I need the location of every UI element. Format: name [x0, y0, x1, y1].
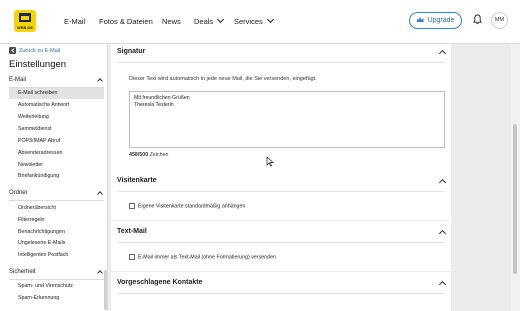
- sidebar-item-automatische-antwort[interactable]: Automatische Antwort: [9, 100, 104, 111]
- signature-card: Signatur Dieser Text wird automatisch in…: [111, 44, 451, 176]
- nav-email-label: E-Mail: [64, 17, 86, 26]
- signature-char-counter: 458/500 Zeichen: [129, 152, 169, 158]
- web-de-logo[interactable]: WEB.DE: [14, 10, 36, 32]
- textmail-checkbox-label: E-Mail immer als Text-Mail (ohne Formati…: [138, 254, 276, 261]
- upgrade-label: Upgrade: [427, 17, 455, 24]
- visitenkarte-checkbox-label: Eigene Visitenkarte standardmäßig anhäng…: [138, 203, 246, 210]
- chevron-up-icon[interactable]: [438, 49, 447, 58]
- back-to-email-link[interactable]: Zurück zu E-Mail: [9, 47, 60, 54]
- sidebar-item-ungelesene-emails[interactable]: Ungelesene E-Mails: [9, 238, 104, 249]
- sidebar-item-spam-erkennung[interactable]: Spam-Erkennung: [9, 293, 104, 304]
- divider: [117, 242, 445, 243]
- sidebar-item-briefankuendigung[interactable]: Briefankündigung: [9, 171, 104, 182]
- chevron-up-icon: [97, 78, 103, 84]
- nav-email[interactable]: E-Mail: [64, 0, 85, 43]
- settings-sidebar: Zurück zu E-Mail Einstellungen E-Mail E-…: [0, 44, 108, 311]
- logo-building-icon: [19, 13, 31, 22]
- sidebar-scrollbar[interactable]: [104, 270, 107, 310]
- section-heading-label: Sicherheit: [9, 269, 36, 275]
- sidebar-item-sammeldienst[interactable]: Sammeldienst: [9, 124, 104, 135]
- sidebar-item-spam-virenschutz[interactable]: Spam- und Virenschutz: [9, 281, 104, 292]
- main-scrollbar[interactable]: [511, 44, 520, 311]
- textmail-checkbox-row[interactable]: E-Mail immer als Text-Mail (ohne Formati…: [129, 254, 276, 260]
- nav-news[interactable]: News: [162, 0, 181, 43]
- mouse-cursor-icon: [266, 156, 274, 167]
- sidebar-item-intelligentes-postfach[interactable]: Intelligentes Postfach: [9, 250, 104, 261]
- kontakte-card: Vorgeschlagene Kontakte: [111, 272, 451, 311]
- signature-textarea[interactable]: Mit freundlichen Grüßen Theresia Testeri…: [129, 91, 445, 148]
- chevron-up-icon[interactable]: [438, 229, 447, 238]
- nav-deals-label: Deals: [194, 17, 214, 26]
- nav-services[interactable]: Services: [234, 0, 274, 43]
- visitenkarte-card: Visitenkarte Eigene Visitenkarte standar…: [111, 170, 451, 220]
- sidebar-item-pop3-imap[interactable]: POP3/IMAP Abruf: [9, 136, 104, 147]
- textmail-checkbox[interactable]: [129, 254, 135, 260]
- nav-fotos-label: Fotos & Dateien: [99, 17, 153, 26]
- chevron-up-icon[interactable]: [438, 178, 447, 187]
- back-label: Zurück zu E-Mail: [19, 47, 61, 54]
- visitenkarte-checkbox[interactable]: [129, 203, 135, 209]
- sidebar-item-filterregeln[interactable]: Filterregeln: [9, 215, 104, 226]
- textmail-card: Text-Mail E-Mail immer als Text-Mail (oh…: [111, 221, 451, 271]
- chevron-up-icon: [97, 191, 103, 197]
- kontakte-title: Vorgeschlagene Kontakte: [117, 279, 203, 286]
- chevron-up-icon: [97, 270, 103, 276]
- nav-services-label: Services: [234, 17, 263, 26]
- divider: [117, 293, 445, 294]
- signature-description: Dieser Text wird automatisch in jede neu…: [129, 76, 317, 82]
- section-heading-ordner[interactable]: Ordner: [9, 190, 104, 201]
- page-title: Einstellungen: [9, 59, 67, 70]
- divider: [117, 62, 445, 63]
- nav-fotos-dateien[interactable]: Fotos & Dateien: [99, 0, 153, 43]
- sidebar-item-absenderadressen[interactable]: Absenderadressen: [9, 148, 104, 159]
- visitenkarte-checkbox-row[interactable]: Eigene Visitenkarte standardmäßig anhäng…: [129, 203, 245, 209]
- upgrade-button[interactable]: Upgrade: [409, 12, 462, 29]
- nav-news-label: News: [162, 17, 181, 26]
- sidebar-item-ordneruebersicht[interactable]: Ordnerübersicht: [9, 203, 104, 214]
- visitenkarte-title: Visitenkarte: [117, 177, 157, 184]
- logo-text: WEB.DE: [17, 25, 33, 30]
- char-count-suffix: Zeichen: [149, 152, 169, 158]
- settings-content: Signatur Dieser Text wird automatisch in…: [108, 44, 512, 311]
- char-count: 458/500: [129, 152, 149, 158]
- crown-icon: [416, 17, 424, 22]
- chevron-up-icon[interactable]: [438, 280, 447, 289]
- section-heading-sicherheit[interactable]: Sicherheit: [9, 269, 104, 280]
- back-arrow-icon: [9, 47, 16, 54]
- sidebar-item-benachrichtigungen[interactable]: Benachrichtigungen: [9, 227, 104, 238]
- textmail-title: Text-Mail: [117, 228, 147, 235]
- sidebar-item-newsletter[interactable]: Newsletter: [9, 160, 104, 171]
- chevron-down-icon: [266, 15, 274, 24]
- section-heading-label: Ordner: [9, 190, 28, 196]
- sidebar-item-weiterleitung[interactable]: Weiterleitung: [9, 112, 104, 123]
- main-scrollbar-thumb[interactable]: [513, 124, 517, 274]
- divider: [117, 191, 445, 192]
- section-heading-email[interactable]: E-Mail: [9, 77, 104, 88]
- sidebar-item-email-schreiben[interactable]: E-Mail schreiben: [9, 88, 104, 99]
- chevron-down-icon: [217, 15, 225, 24]
- nav-deals[interactable]: Deals: [194, 0, 225, 43]
- top-bar: WEB.DE E-Mail Fotos & Dateien News Deals…: [0, 0, 520, 44]
- avatar[interactable]: MM: [491, 12, 508, 29]
- bell-icon[interactable]: [473, 14, 482, 25]
- section-heading-label: E-Mail: [9, 77, 27, 83]
- signature-title: Signatur: [117, 48, 146, 55]
